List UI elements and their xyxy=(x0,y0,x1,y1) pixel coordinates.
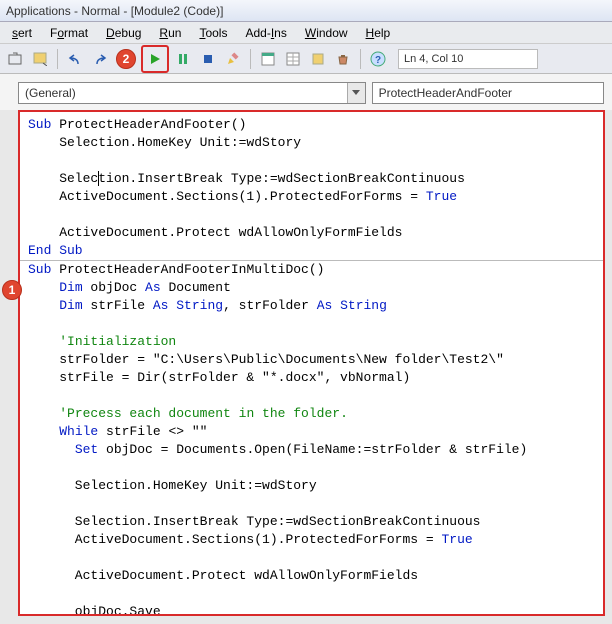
object-browser-button[interactable] xyxy=(307,48,329,70)
dropdown-button[interactable] xyxy=(29,48,51,70)
menu-format[interactable]: Format xyxy=(42,24,96,42)
reset-button[interactable] xyxy=(197,48,219,70)
chevron-down-icon xyxy=(347,83,365,103)
help-button[interactable]: ? xyxy=(367,48,389,70)
design-mode-button[interactable] xyxy=(222,48,244,70)
toolbar: 2 ? Ln 4, Col 10 xyxy=(0,44,612,74)
export-button[interactable] xyxy=(4,48,26,70)
run-group-highlight xyxy=(141,45,169,73)
break-button[interactable] xyxy=(172,48,194,70)
separator xyxy=(57,49,58,69)
code-pane-header: (General) ProtectHeaderAndFooter xyxy=(0,74,612,110)
separator xyxy=(360,49,361,69)
code-editor[interactable]: Sub ProtectHeaderAndFooter() Selection.H… xyxy=(20,112,603,616)
menu-tools[interactable]: Tools xyxy=(191,24,235,42)
callout-1: 1 xyxy=(2,280,22,300)
menu-bar: sertFormatDebugRunToolsAdd-InsWindowHelp xyxy=(0,22,612,44)
menu-add-ins[interactable]: Add-Ins xyxy=(237,24,294,42)
callout-2: 2 xyxy=(116,49,136,69)
run-button[interactable] xyxy=(144,48,166,70)
code-editor-highlight: Sub ProtectHeaderAndFooter() Selection.H… xyxy=(18,110,605,616)
procedure-dropdown-value: ProtectHeaderAndFooter xyxy=(373,86,603,100)
separator xyxy=(250,49,251,69)
menu-help[interactable]: Help xyxy=(358,24,399,42)
window-title: Applications - Normal - [Module2 (Code)] xyxy=(0,0,612,22)
svg-text:?: ? xyxy=(375,55,381,66)
procedure-dropdown[interactable]: ProtectHeaderAndFooter xyxy=(372,82,604,104)
toolbox-button[interactable] xyxy=(332,48,354,70)
object-dropdown[interactable]: (General) xyxy=(18,82,366,104)
object-dropdown-value: (General) xyxy=(19,86,347,100)
menu-run[interactable]: Run xyxy=(151,24,189,42)
cursor-position: Ln 4, Col 10 xyxy=(398,49,538,69)
menu-debug[interactable]: Debug xyxy=(98,24,149,42)
undo-button[interactable] xyxy=(64,48,86,70)
menu-sert[interactable]: sert xyxy=(4,24,40,42)
redo-button[interactable] xyxy=(89,48,111,70)
menu-window[interactable]: Window xyxy=(297,24,356,42)
properties-button[interactable] xyxy=(282,48,304,70)
project-explorer-button[interactable] xyxy=(257,48,279,70)
